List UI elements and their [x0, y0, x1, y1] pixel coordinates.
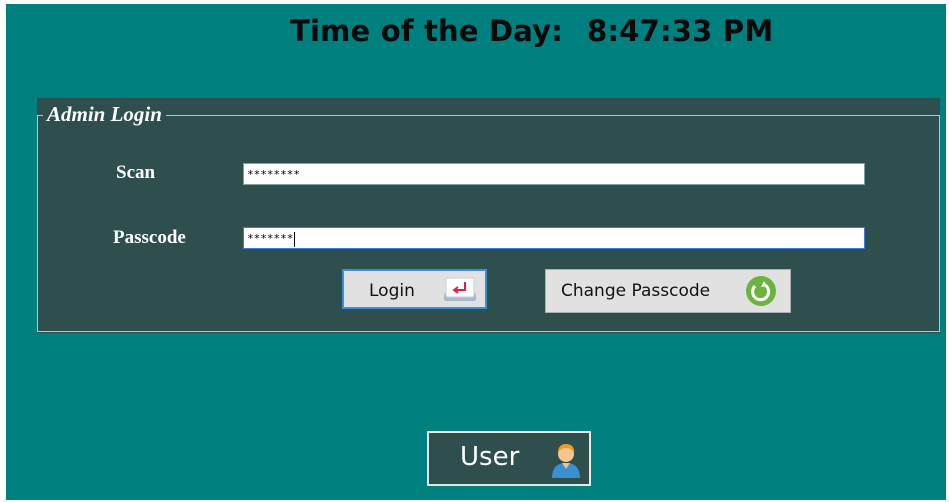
scan-value: ******** [247, 168, 300, 181]
login-button-label: Login [369, 281, 415, 301]
scan-label: Scan [116, 162, 156, 183]
panel-frame [37, 115, 940, 332]
change-passcode-button[interactable]: Change Passcode [545, 269, 791, 313]
scan-input[interactable]: ******** [243, 163, 865, 185]
clock-display: Time of the Day: 8:47:33 PM [290, 14, 773, 48]
clock-label: Time of the Day: [290, 14, 564, 48]
passcode-label: Passcode [113, 227, 186, 248]
text-caret [294, 231, 296, 247]
clock-time: 8:47:33 PM [587, 14, 774, 48]
app-window: Time of the Day: 8:47:33 PM Admin Login S… [6, 4, 946, 500]
passcode-input[interactable]: ******* [243, 227, 865, 249]
user-person-icon [549, 442, 583, 478]
login-button[interactable]: Login [342, 269, 487, 309]
refresh-icon [745, 275, 777, 307]
user-button[interactable]: User [427, 431, 591, 486]
enter-key-icon [443, 277, 477, 303]
panel-title: Admin Login [43, 102, 166, 126]
change-passcode-label: Change Passcode [561, 281, 711, 301]
admin-login-panel: Admin Login Scan ******** Passcode *****… [37, 98, 940, 333]
user-button-label: User [460, 442, 520, 472]
passcode-value: ******* [247, 232, 294, 245]
